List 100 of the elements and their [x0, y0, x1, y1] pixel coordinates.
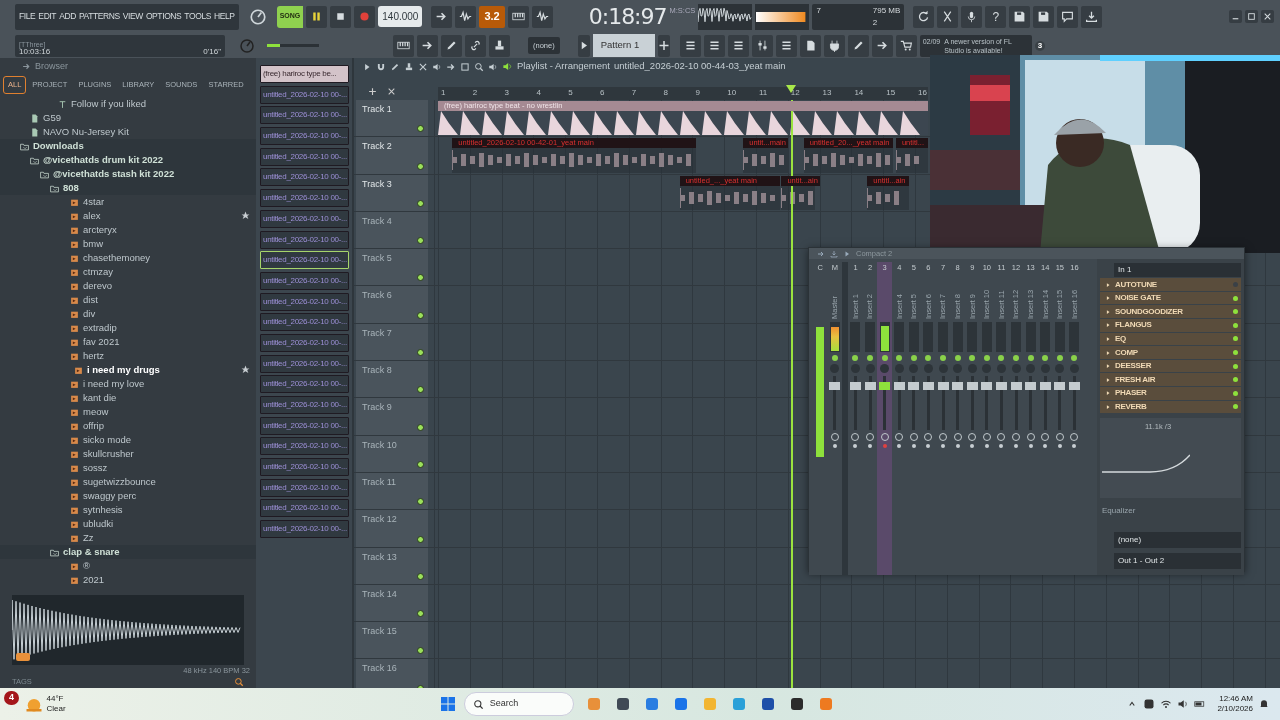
file-name[interactable]: 4star [83, 194, 105, 210]
effect-slot[interactable]: REVERB [1100, 400, 1241, 414]
route-dot[interactable] [970, 444, 975, 449]
effect-led[interactable] [1233, 322, 1238, 328]
fader-handle[interactable] [922, 382, 934, 391]
channel-enable-dot[interactable] [910, 355, 917, 362]
input-selector[interactable]: In 1 [1114, 263, 1241, 278]
fader-handle[interactable] [908, 382, 920, 391]
fader-handle[interactable] [893, 382, 905, 391]
track-header[interactable]: Track 7 [356, 323, 428, 361]
channel-enable-dot[interactable] [925, 355, 932, 362]
picker-item[interactable]: untitled_2026-02-10 00-... [260, 85, 349, 104]
track-header[interactable]: Track 16 [356, 659, 428, 688]
route-dot[interactable] [1014, 444, 1018, 449]
picker-item[interactable]: untitled_2026-02-10 00-... [260, 189, 349, 208]
file-name[interactable]: arcteryx [83, 222, 117, 238]
file-name[interactable]: G59 [43, 110, 61, 126]
track-header[interactable]: Track 3 [356, 174, 428, 211]
fader-handle[interactable] [952, 382, 964, 391]
file-name[interactable]: skullcrusher [83, 446, 134, 462]
picker-item[interactable]: untitled_2026-02-10 00-... [260, 499, 349, 518]
toolbar-button[interactable] [417, 34, 438, 57]
toolbar-button[interactable] [1081, 5, 1103, 28]
file-name[interactable]: i need my drugs [87, 362, 160, 378]
file-name[interactable]: ubludki [83, 516, 114, 532]
effect-led[interactable] [1233, 295, 1238, 301]
track-header[interactable]: Track 5 [356, 249, 428, 286]
route-dot[interactable] [955, 444, 960, 449]
toolbar-button[interactable] [489, 34, 510, 57]
menu-item[interactable]: ADD [59, 10, 76, 23]
fader-handle[interactable] [937, 382, 949, 391]
picker-item[interactable]: untitled_2026-02-10 00-... [260, 230, 349, 249]
channel-enable-dot[interactable] [1071, 355, 1078, 362]
track-header[interactable]: Track 11 [356, 472, 428, 510]
help-button[interactable]: ? [985, 5, 1007, 28]
track-header[interactable]: Track 14 [356, 584, 428, 622]
picker-item[interactable]: untitled_2026-02-10 00-... [260, 437, 349, 456]
add-pattern-button[interactable] [657, 34, 670, 57]
menu-item[interactable]: TOOLS [184, 10, 212, 23]
picker-item[interactable]: untitled_2026-02-10 00-... [260, 168, 349, 187]
effect-led[interactable] [1233, 350, 1238, 355]
channel-enable-dot[interactable] [1027, 355, 1034, 362]
track-mute-dot[interactable] [417, 311, 424, 319]
file-name[interactable]: chasethemoney [83, 250, 151, 266]
picker-item[interactable]: untitled_2026-02-10 00-... [260, 396, 349, 414]
previous-pattern-button[interactable] [577, 34, 590, 57]
track-header[interactable]: Track 9 [356, 398, 428, 435]
toolbar-button[interactable] [455, 5, 477, 28]
file-name[interactable]: extradip [83, 320, 117, 336]
toolbar-button[interactable] [799, 34, 821, 57]
effect-slot[interactable]: SOUNDGOODIZER [1100, 305, 1241, 319]
toolbar-button[interactable] [847, 34, 869, 57]
toolbar-button[interactable] [871, 34, 893, 57]
file-name[interactable]: ® [83, 558, 90, 574]
track-header[interactable]: Track 10 [356, 435, 428, 472]
effect-led[interactable] [1233, 377, 1238, 383]
toolbar-button[interactable] [431, 5, 453, 28]
tempo-field[interactable]: 140.000 [378, 6, 423, 27]
picker-item[interactable]: untitled_2026-02-10 00-... [260, 354, 349, 373]
channel-enable-dot[interactable] [983, 355, 990, 362]
track-mute-dot[interactable] [417, 460, 424, 468]
effect-slot[interactable]: AUTOTUNE [1100, 278, 1241, 291]
track-mute-dot[interactable] [417, 535, 424, 543]
picker-item[interactable]: untitled_2026-02-10 00-... [260, 313, 349, 332]
fader-handle[interactable] [995, 382, 1007, 391]
picker-item[interactable]: untitled_2026-02-10 00-... [260, 127, 349, 146]
track-mute-dot[interactable] [417, 498, 424, 506]
track-mute-dot[interactable] [417, 349, 424, 357]
route-dot[interactable] [897, 444, 902, 449]
track-header[interactable]: Track 2 [356, 137, 428, 174]
play-button[interactable] [306, 5, 328, 28]
file-name[interactable]: derevo [83, 278, 113, 294]
track-header[interactable]: Track 6 [356, 286, 428, 323]
channel-enable-dot[interactable] [1042, 355, 1049, 362]
toolbar-button[interactable] [531, 5, 553, 28]
file-name[interactable]: sicko mode [83, 432, 132, 448]
picker-item[interactable]: untitled_2026-02-10 00-... [260, 375, 349, 394]
file-name[interactable]: hertz [83, 348, 105, 364]
file-name[interactable]: dist [83, 292, 98, 308]
track-header[interactable]: Track 8 [356, 361, 428, 398]
toolbar-button[interactable] [1057, 5, 1079, 28]
track-header[interactable]: Track 15 [356, 622, 428, 659]
menu-item[interactable]: OPTIONS [145, 10, 182, 23]
file-name[interactable]: bmw [83, 236, 104, 252]
picker-item[interactable]: untitled_2026-02-10 00-... [260, 478, 349, 497]
fader-handle[interactable] [981, 382, 993, 391]
minimize-button[interactable] [1229, 10, 1242, 23]
file-name[interactable]: Follow if you liked [71, 96, 146, 112]
picker-item[interactable]: untitled_2026-02-10 00-... [260, 147, 349, 166]
route-dot[interactable] [832, 444, 837, 449]
route-dot[interactable] [926, 444, 931, 449]
toolbar-button[interactable] [895, 34, 917, 57]
fader-handle[interactable] [1025, 382, 1037, 391]
toolbar-button[interactable] [823, 34, 845, 57]
route-dot[interactable] [882, 444, 887, 449]
file-name[interactable]: alex [83, 208, 101, 224]
fader-handle[interactable] [1039, 382, 1051, 391]
maximize-button[interactable] [1245, 10, 1258, 23]
menu-item[interactable]: FILE [19, 10, 36, 23]
fader-handle[interactable] [864, 382, 876, 391]
